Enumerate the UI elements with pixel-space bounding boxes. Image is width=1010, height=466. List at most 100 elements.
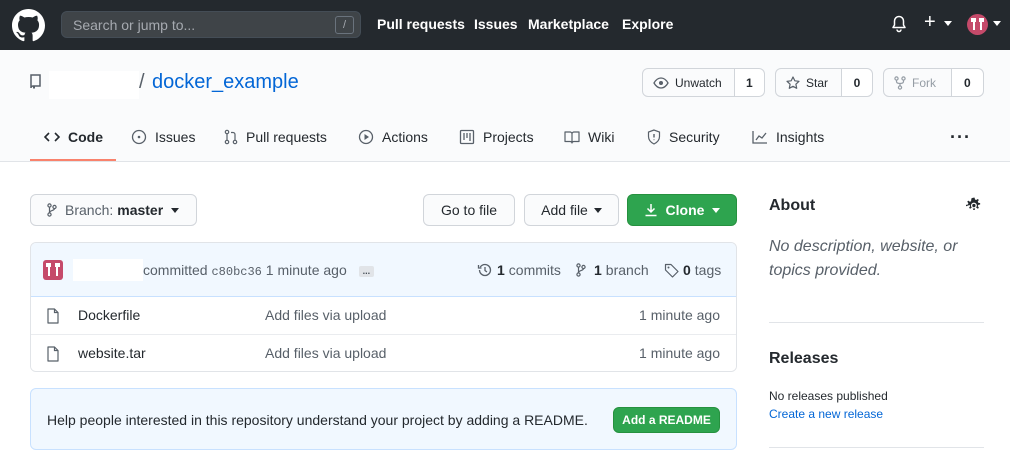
star-icon [786, 75, 800, 89]
tag-icon [664, 263, 679, 278]
commit-sha[interactable]: c80bc36 [211, 265, 261, 279]
about-description: No description, website, or topics provi… [769, 238, 958, 279]
selected-tab-indicator [30, 159, 116, 161]
tab-label: Projects [483, 129, 534, 145]
tab-security[interactable]: Security [647, 129, 720, 145]
repo-name[interactable]: docker_example [152, 71, 299, 94]
add-file-label: Add file [541, 202, 588, 218]
tab-label: Insights [776, 129, 825, 145]
bell-icon[interactable] [891, 15, 907, 33]
pull-request-icon [224, 129, 238, 145]
tab-actions[interactable]: Actions [358, 129, 428, 145]
branches-link[interactable]: 1 branch [576, 262, 649, 278]
fork-button-group: Fork 0 [883, 68, 984, 97]
file-name[interactable]: Dockerfile [78, 307, 140, 323]
nav-pull-requests[interactable]: Pull requests [377, 16, 465, 32]
fork-count[interactable]: 0 [951, 69, 983, 96]
tab-label: Code [68, 129, 103, 145]
tab-projects[interactable]: Projects [459, 129, 534, 145]
star-count[interactable]: 0 [842, 69, 872, 96]
sidebar-divider [769, 322, 984, 323]
user-avatar[interactable] [967, 14, 988, 35]
latest-commit-bar: committed c80bc36 1 minute ago ... 1 com… [31, 243, 736, 297]
fork-label: Fork [912, 75, 936, 90]
more-tabs-button[interactable]: ··· [950, 127, 971, 148]
graph-icon [752, 131, 767, 144]
add-readme-button[interactable]: Add a README [613, 407, 720, 433]
commit-expand-button[interactable]: ... [358, 265, 375, 277]
star-button[interactable]: Star [776, 69, 842, 96]
committer-avatar[interactable] [43, 260, 63, 280]
readme-prompt: Help people interested in this repositor… [30, 388, 737, 450]
unwatch-label: Unwatch [675, 75, 722, 90]
chevron-down-icon[interactable] [993, 21, 1001, 26]
file-commit-message[interactable]: Add files via upload [265, 345, 386, 361]
go-to-file-button[interactable]: Go to file [423, 194, 515, 226]
commits-label: commits [508, 262, 561, 278]
readme-prompt-text: Help people interested in this repositor… [47, 412, 588, 428]
eye-icon [653, 76, 669, 89]
file-name[interactable]: website.tar [78, 345, 146, 361]
clone-button[interactable]: Clone [627, 194, 737, 226]
fork-icon [894, 75, 906, 90]
code-icon [44, 132, 60, 142]
add-file-button[interactable]: Add file [524, 194, 619, 226]
commits-count: 1 [497, 262, 505, 278]
releases-heading[interactable]: Releases [769, 350, 838, 368]
file-age: 1 minute ago [639, 345, 720, 361]
file-commit-message[interactable]: Add files via upload [265, 307, 386, 323]
no-releases-text: No releases published [769, 389, 888, 403]
global-header: Search or jump to... / Pull requests Iss… [0, 0, 1010, 50]
repo-icon [30, 74, 41, 89]
watch-button-group: Unwatch 1 [642, 68, 765, 97]
tab-wiki[interactable]: Wiki [564, 129, 614, 145]
file-age: 1 minute ago [639, 307, 720, 323]
tab-label: Issues [155, 129, 196, 145]
file-row[interactable]: Dockerfile Add files via upload 1 minute… [31, 297, 736, 334]
path-separator: / [139, 71, 145, 93]
unwatch-button[interactable]: Unwatch [643, 69, 735, 96]
star-label: Star [806, 75, 829, 90]
project-icon [459, 129, 475, 145]
tags-label: tags [694, 262, 722, 278]
tags-link[interactable]: 0 tags [664, 262, 721, 278]
commit-action: committed [143, 262, 208, 278]
watch-count[interactable]: 1 [734, 69, 764, 96]
github-logo-icon[interactable] [12, 9, 45, 42]
tab-pull-requests[interactable]: Pull requests [224, 129, 327, 145]
tab-insights[interactable]: Insights [752, 129, 824, 145]
repo-header: / docker_example Unwatch 1 Star 0 Fork 0… [0, 50, 1010, 162]
nav-explore[interactable]: Explore [622, 16, 673, 32]
shield-icon [647, 129, 661, 145]
nav-issues[interactable]: Issues [474, 16, 518, 32]
star-button-group: Star 0 [775, 68, 873, 97]
committer-name[interactable] [73, 259, 143, 281]
book-icon [564, 131, 580, 144]
nav-marketplace[interactable]: Marketplace [528, 16, 609, 32]
go-to-file-label: Go to file [440, 202, 498, 218]
chevron-down-icon [712, 207, 721, 213]
branch-icon [47, 203, 57, 217]
tab-code[interactable]: Code [44, 129, 103, 145]
commits-link[interactable]: 1 commits [477, 262, 561, 278]
history-icon [477, 263, 492, 277]
gear-icon[interactable] [966, 197, 983, 214]
fork-button[interactable]: Fork [884, 69, 952, 96]
tab-label: Wiki [588, 129, 615, 145]
chevron-down-icon [593, 207, 602, 213]
owner-name[interactable] [49, 71, 139, 99]
branch-label: branch [605, 262, 649, 278]
commit-summary: committed c80bc36 1 minute ago ... [143, 262, 375, 279]
tab-label: Actions [382, 129, 428, 145]
file-list: committed c80bc36 1 minute ago ... 1 com… [30, 242, 737, 372]
search-input[interactable]: Search or jump to... / [61, 11, 361, 38]
chevron-down-icon [171, 207, 180, 213]
about-heading: About [769, 197, 816, 214]
branch-icon [576, 263, 586, 277]
tab-issues[interactable]: Issues [131, 129, 195, 145]
create-release-link[interactable]: Create a new release [769, 407, 883, 421]
file-row[interactable]: website.tar Add files via upload 1 minut… [31, 334, 736, 371]
chevron-down-icon[interactable] [944, 21, 952, 26]
create-new-button[interactable]: + [924, 11, 936, 34]
branch-select[interactable]: Branch: master [30, 194, 197, 226]
